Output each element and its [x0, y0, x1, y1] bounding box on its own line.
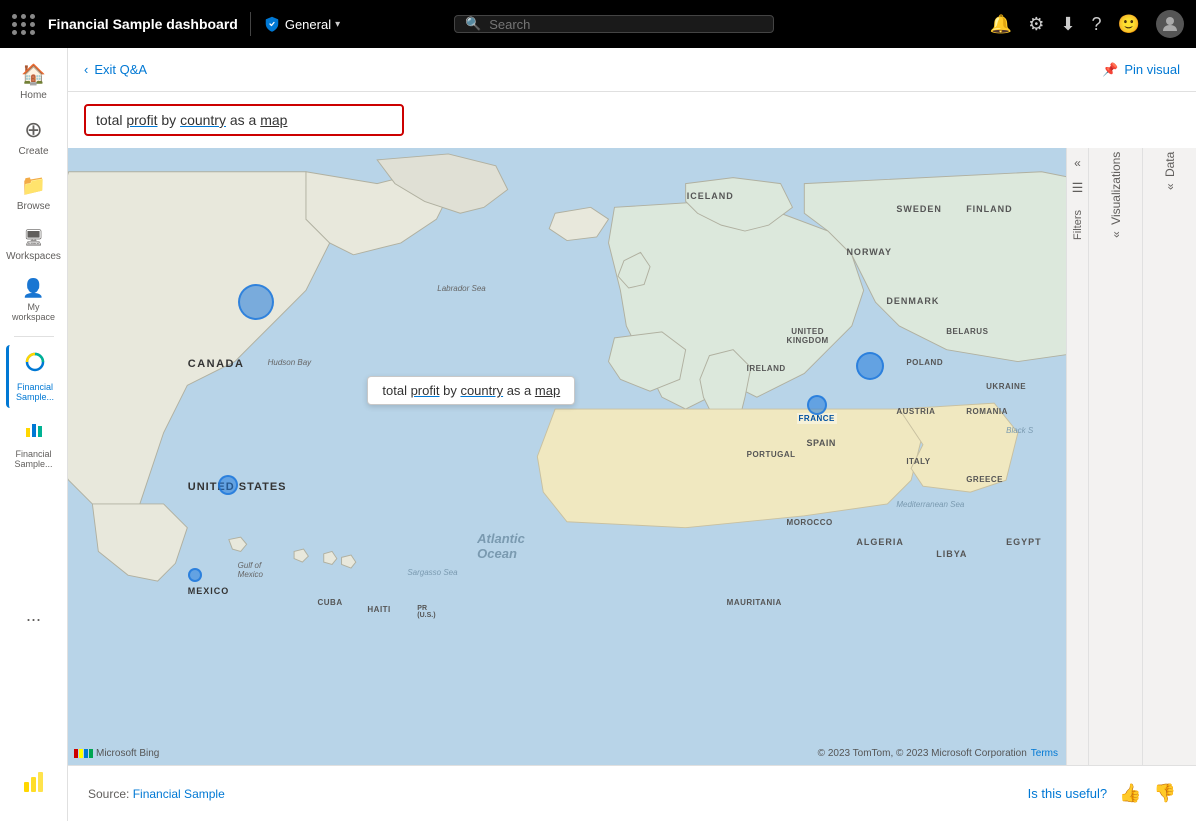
general-dropdown[interactable]: General ▾ [263, 15, 340, 33]
attribution-text: © 2023 TomTom, © 2023 Microsoft Corporat… [818, 748, 1027, 759]
map-row: ICELAND SWEDEN FINLAND NORWAY DENMARK UN… [68, 148, 1196, 765]
filters-collapse-chevron: « [1074, 156, 1081, 170]
bubble-germany[interactable] [856, 352, 884, 380]
bubble-mexico[interactable] [188, 568, 202, 582]
sidebar-more-button[interactable]: ... [26, 605, 41, 626]
map-attribution: © 2023 TomTom, © 2023 Microsoft Corporat… [818, 748, 1058, 759]
sidebar-label-my-workspace: My workspace [10, 302, 58, 322]
download-icon[interactable]: ⬇ [1060, 14, 1075, 35]
sidebar-item-browse[interactable]: 📁 Browse [6, 167, 62, 218]
data-panel-label-wrap[interactable]: « Data [1163, 152, 1177, 198]
data-panel[interactable]: « Data [1142, 148, 1196, 765]
bell-icon[interactable]: 🔔 [990, 14, 1012, 35]
sidebar-item-my-workspace[interactable]: 👤 My workspace [6, 272, 62, 328]
sidebar-item-financial-2[interactable]: Financial Sample... [6, 412, 62, 475]
pin-visual-button[interactable]: 📌 Pin visual [1102, 62, 1180, 78]
world-map-svg [68, 148, 1066, 765]
thumbs-up-button[interactable]: 👍 [1119, 783, 1141, 804]
search-icon: 🔍 [465, 16, 481, 32]
query-map-word: map [260, 112, 287, 128]
my-workspace-icon: 👤 [22, 278, 44, 299]
exit-qna-button[interactable]: ‹ Exit Q&A [84, 62, 147, 77]
app-grid-icon[interactable] [12, 14, 36, 35]
query-profit-word: profit [126, 112, 157, 128]
sidebar-item-financial-1[interactable]: Financial Sample... [6, 345, 62, 408]
viz-chevron-icon: « [1109, 231, 1123, 238]
sidebar-label-home: Home [20, 90, 47, 101]
filters-bars-icon: ☰ [1072, 180, 1084, 196]
financial-bar-icon [23, 418, 45, 446]
bubble-usa[interactable] [218, 475, 238, 495]
sidebar-separator [14, 336, 54, 337]
nav-icon-group: 🔔 ⚙ ⬇ ? 🙂 [990, 10, 1184, 38]
gear-icon[interactable]: ⚙ [1028, 14, 1044, 35]
map-inner: ICELAND SWEDEN FINLAND NORWAY DENMARK UN… [68, 148, 1066, 765]
source-prefix: Source: [88, 787, 133, 801]
useful-text: Is this useful? [1028, 786, 1108, 801]
dashboard-title: Financial Sample dashboard [48, 16, 238, 32]
general-label: General [285, 17, 331, 32]
data-chevron-icon: « [1163, 183, 1177, 190]
source-link[interactable]: Financial Sample [133, 787, 225, 801]
shield-icon [263, 15, 281, 33]
query-text: total profit by country as a map [96, 112, 287, 128]
map-container[interactable]: ICELAND SWEDEN FINLAND NORWAY DENMARK UN… [68, 148, 1066, 765]
source-section: Source: Financial Sample [88, 785, 225, 803]
browse-icon: 📁 [21, 173, 46, 198]
nav-divider [250, 12, 251, 36]
sidebar-label-browse: Browse [17, 201, 50, 212]
useful-section: Is this useful? 👍 👎 [1028, 783, 1176, 804]
general-chevron-icon: ▾ [335, 19, 340, 30]
sidebar-item-workspaces[interactable]: 🖥 Workspaces [6, 222, 62, 268]
main-container: 🏠 Home ⊕ Create 📁 Browse 🖥 Workspaces 👤 … [0, 48, 1196, 821]
more-icon: ... [26, 605, 41, 625]
bubble-canada[interactable] [238, 284, 274, 320]
filters-panel[interactable]: « ☰ Filters [1066, 148, 1088, 765]
bing-flag-icon [74, 749, 93, 758]
pin-icon: 📌 [1102, 62, 1118, 78]
query-bar: total profit by country as a map [68, 92, 1196, 148]
search-input[interactable] [489, 17, 763, 32]
viz-panel-label-wrap[interactable]: « Visualizations [1109, 152, 1123, 246]
content-area: ‹ Exit Q&A 📌 Pin visual total profit by … [68, 48, 1196, 821]
sidebar-label-financial-1: Financial Sample... [13, 382, 58, 402]
viz-label: Visualizations [1109, 152, 1123, 225]
smiley-icon[interactable]: 🙂 [1118, 14, 1140, 35]
avatar[interactable] [1156, 10, 1184, 38]
financial-donut-icon [24, 351, 46, 379]
home-icon: 🏠 [21, 62, 46, 87]
sidebar-label-workspaces: Workspaces [6, 251, 61, 262]
help-icon[interactable]: ? [1092, 14, 1102, 35]
visualizations-panel[interactable]: « Visualizations [1088, 148, 1142, 765]
query-country-word: country [180, 112, 226, 128]
create-icon: ⊕ [24, 117, 42, 143]
qna-bar: ‹ Exit Q&A 📌 Pin visual [68, 48, 1196, 92]
pin-visual-label: Pin visual [1124, 62, 1180, 77]
right-panels: « ☰ Filters « Visualizations « Data [1066, 148, 1196, 765]
sidebar-item-home[interactable]: 🏠 Home [6, 56, 62, 107]
search-bar[interactable]: 🔍 [454, 15, 774, 33]
powerbi-logo [20, 768, 48, 801]
data-label: Data [1163, 152, 1177, 177]
terms-link[interactable]: Terms [1031, 748, 1058, 759]
sidebar-label-create: Create [18, 146, 48, 157]
workspaces-icon: 🖥 [23, 228, 43, 248]
back-arrow-icon: ‹ [84, 62, 88, 77]
filters-label: Filters [1072, 210, 1084, 240]
top-nav: Financial Sample dashboard General ▾ 🔍 🔔… [0, 0, 1196, 48]
bottom-bar: Source: Financial Sample Is this useful?… [68, 765, 1196, 821]
sidebar-item-create[interactable]: ⊕ Create [6, 111, 62, 163]
query-input-wrap[interactable]: total profit by country as a map [84, 104, 404, 136]
bing-logo: Microsoft Bing [74, 748, 159, 759]
sidebar: 🏠 Home ⊕ Create 📁 Browse 🖥 Workspaces 👤 … [0, 48, 68, 821]
bing-text: Microsoft Bing [96, 748, 159, 759]
exit-qna-label: Exit Q&A [94, 62, 147, 77]
thumbs-down-button[interactable]: 👎 [1154, 783, 1176, 804]
bubble-france[interactable] [807, 395, 827, 415]
sidebar-label-financial-2: Financial Sample... [10, 449, 58, 469]
